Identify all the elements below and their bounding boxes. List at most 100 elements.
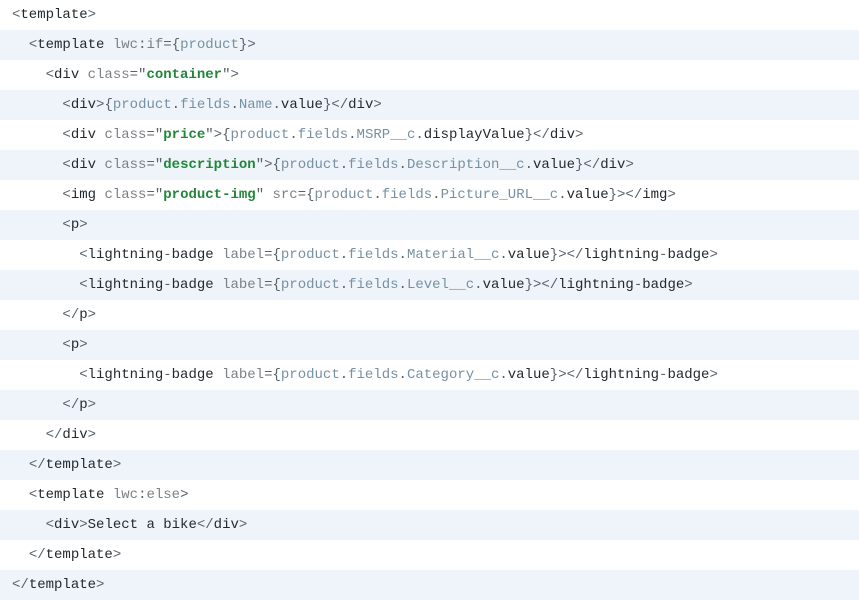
token-punct: . (340, 247, 348, 263)
token-attr: class (104, 127, 146, 143)
token-tag: template (37, 37, 113, 53)
token-tag: template (20, 7, 87, 23)
token-attrval: description (163, 157, 255, 173)
token-punct: > (575, 127, 583, 143)
token-attr: label (222, 367, 264, 383)
token-tag: div (71, 127, 105, 143)
token-punct: }></ (550, 367, 584, 383)
token-attr: src (273, 187, 298, 203)
token-punct: . (399, 277, 407, 293)
code-line: <lightning-badge label={product.fields.C… (0, 360, 859, 390)
token-punct: < (46, 517, 54, 533)
token-var: product (315, 187, 374, 203)
token-punct: > (239, 517, 247, 533)
code-line: <div class="container"> (0, 60, 859, 90)
token-var: Material__c (407, 247, 499, 263)
code-line: <lightning-badge label={product.fields.M… (0, 240, 859, 270)
token-punct: < (62, 337, 70, 353)
code-line: <div class="description">{product.fields… (0, 150, 859, 180)
token-punct: > (88, 427, 96, 443)
token-var: fields (382, 187, 432, 203)
token-var: fields (348, 157, 398, 173)
token-var: Name (239, 97, 273, 113)
token-attr: class (88, 67, 130, 83)
token-punct: > (79, 217, 87, 233)
token-punct: < (79, 367, 87, 383)
token-tag: div (214, 517, 239, 533)
token-var: product (281, 157, 340, 173)
token-var: fields (180, 97, 230, 113)
token-tag: div (54, 67, 88, 83)
token-var: product (231, 127, 290, 143)
code-line: </template> (0, 570, 859, 600)
token-var: product (281, 247, 340, 263)
token-attrval: product-img (163, 187, 255, 203)
token-punct: > (88, 397, 96, 413)
token-punct: > (113, 457, 121, 473)
token-var: product (180, 37, 239, 53)
token-punct: < (62, 127, 70, 143)
token-punct: . (499, 247, 507, 263)
token-punct: . (432, 187, 440, 203)
token-punct: </ (29, 547, 46, 563)
token-punct: > (625, 157, 633, 173)
token-black: value (508, 367, 550, 383)
token-attr: else (146, 487, 180, 503)
token-punct: </ (12, 577, 29, 593)
token-punct: < (29, 37, 37, 53)
token-punct: < (62, 157, 70, 173)
token-punct: < (29, 487, 37, 503)
code-line: </p> (0, 300, 859, 330)
token-punct: " (256, 187, 273, 203)
token-punct: . (499, 367, 507, 383)
code-line: <img class="product-img" src={product.fi… (0, 180, 859, 210)
token-punct: < (62, 97, 70, 113)
token-var: product (281, 367, 340, 383)
token-punct: }</ (525, 127, 550, 143)
token-black: value (281, 97, 323, 113)
token-tag: div (54, 517, 79, 533)
token-punct: { (172, 37, 180, 53)
token-punct: ={ (298, 187, 315, 203)
token-punct: > (113, 547, 121, 563)
token-punct: . (399, 367, 407, 383)
code-line: </template> (0, 540, 859, 570)
token-tag: p (71, 337, 79, 353)
code-line: </template> (0, 450, 859, 480)
token-var: fields (348, 277, 398, 293)
token-punct: > (88, 307, 96, 323)
token-punct: . (340, 277, 348, 293)
token-tag: div (600, 157, 625, 173)
token-punct: =" (130, 67, 147, 83)
token-tag: badge (667, 247, 709, 263)
token-tag: badge (642, 277, 684, 293)
token-punct: > (373, 97, 381, 113)
token-punct: }</ (575, 157, 600, 173)
token-punct: < (62, 187, 70, 203)
token-punct: "> (222, 67, 239, 83)
token-punct: . (172, 97, 180, 113)
token-punct: < (79, 277, 87, 293)
token-punct: . (399, 247, 407, 263)
token-tag: template (46, 547, 113, 563)
token-punct: . (340, 157, 348, 173)
code-line: <template lwc:else> (0, 480, 859, 510)
token-punct: > (684, 277, 692, 293)
token-tag: p (79, 397, 87, 413)
token-punct: }></ (609, 187, 643, 203)
token-var: Description__c (407, 157, 525, 173)
token-var: product (281, 277, 340, 293)
token-punct: - (163, 277, 171, 293)
token-tag: badge (172, 277, 222, 293)
token-punct: ={ (264, 247, 281, 263)
token-var: product (113, 97, 172, 113)
token-attr: label (222, 247, 264, 263)
token-var: MSRP__c (357, 127, 416, 143)
token-punct: > (96, 577, 104, 593)
token-black: value (483, 277, 525, 293)
token-tag: lightning (583, 367, 659, 383)
token-tag: lightning (88, 247, 164, 263)
token-tag: template (29, 577, 96, 593)
token-var: fields (348, 247, 398, 263)
token-punct: . (289, 127, 297, 143)
